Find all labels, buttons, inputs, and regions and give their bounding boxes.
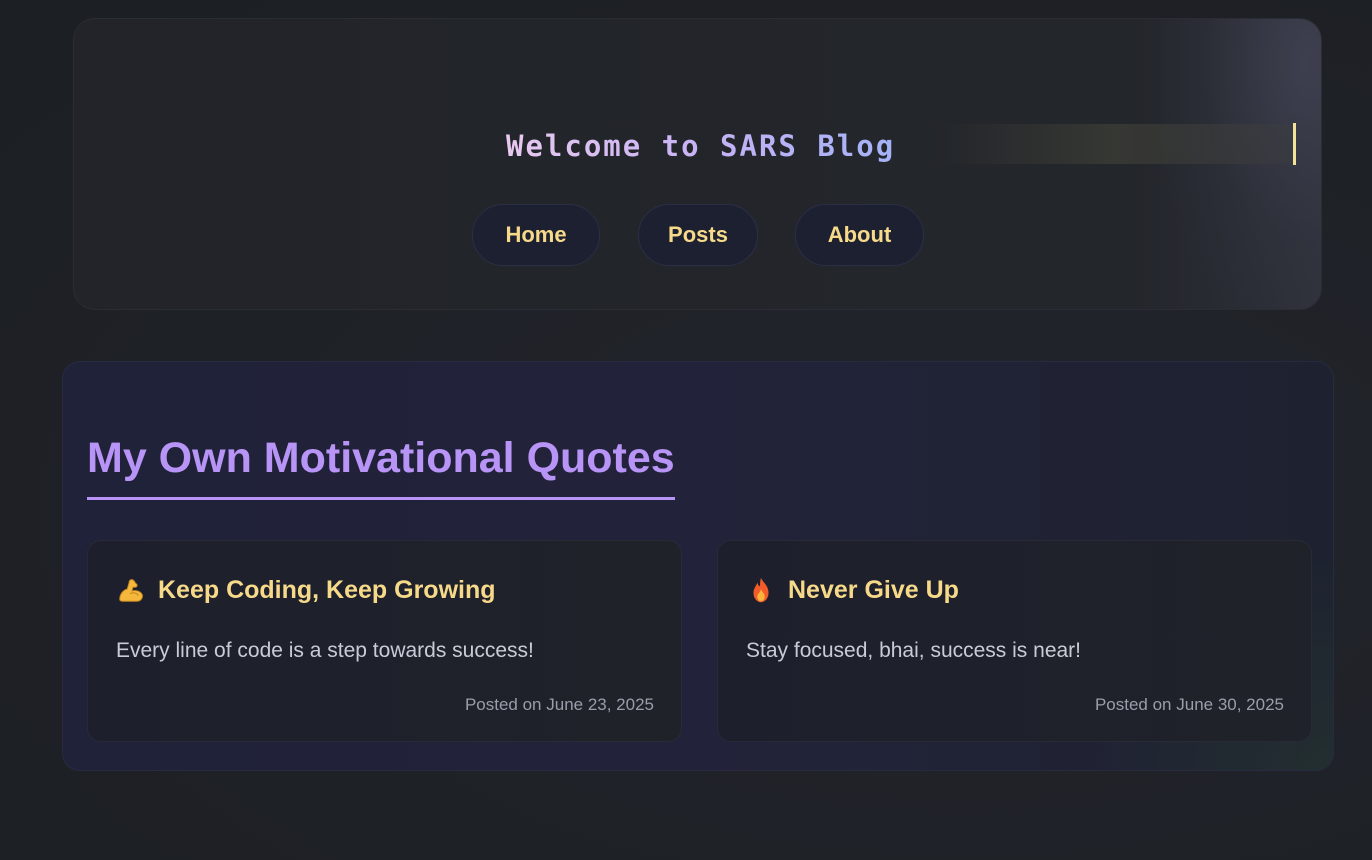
post-date: Posted on June 23, 2025 <box>464 695 654 714</box>
post-title-row: Never Give Up <box>746 575 959 605</box>
title-row: Welcome to SARS Blog <box>74 123 1321 167</box>
post-date: Posted on June 30, 2025 <box>1094 695 1284 714</box>
post-card[interactable]: Never Give Up Stay focused, bhai, succes… <box>717 540 1312 742</box>
nav-home-link[interactable]: Home <box>472 204 600 266</box>
nav-about-link[interactable]: About <box>795 204 924 266</box>
post-body: Every line of code is a step towards suc… <box>116 639 534 662</box>
site-header: Welcome to SARS Blog Home Posts About <box>73 18 1322 310</box>
post-title: Keep Coding, Keep Growing <box>158 575 496 604</box>
flexed-biceps-icon <box>119 579 143 602</box>
section-title: My Own Motivational Quotes <box>87 434 675 500</box>
quotes-section: My Own Motivational Quotes Keep Coding, … <box>62 361 1334 771</box>
post-title: Never Give Up <box>788 575 959 604</box>
page: Welcome to SARS Blog Home Posts About My… <box>0 0 1372 860</box>
nav-posts-link[interactable]: Posts <box>638 204 758 266</box>
main-nav: Home Posts About <box>74 204 1321 266</box>
typing-highlight <box>934 124 1294 164</box>
post-card[interactable]: Keep Coding, Keep Growing Every line of … <box>87 540 682 742</box>
post-body: Stay focused, bhai, success is near! <box>746 639 1082 662</box>
fire-icon <box>753 577 769 603</box>
post-title-row: Keep Coding, Keep Growing <box>116 575 496 605</box>
typing-cursor <box>1293 123 1296 165</box>
site-title: Welcome to SARS Blog <box>506 129 896 163</box>
